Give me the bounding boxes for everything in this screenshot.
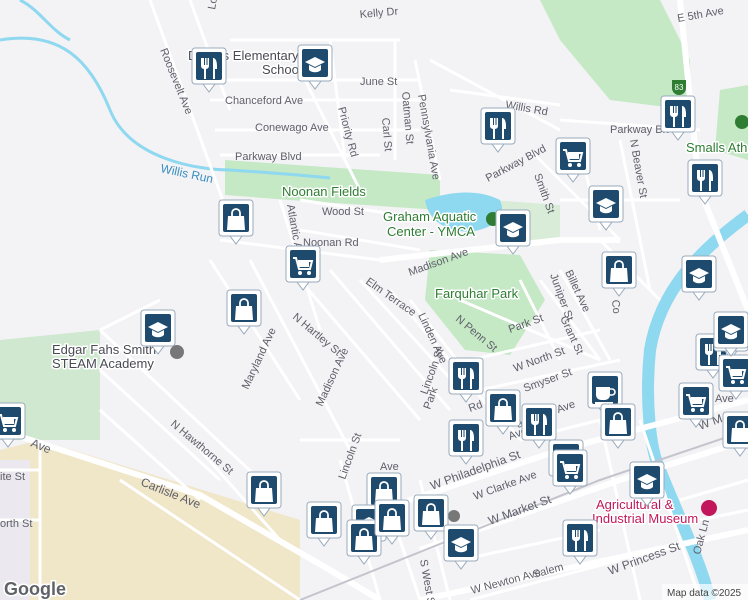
street-label: orth St [0, 518, 32, 530]
map-canvas[interactable]: 83 Kelly Dr E 5th Ave Roosevelt Ave June… [0, 0, 748, 600]
school-label-devers-school: School [262, 62, 302, 77]
street-label: ite St [0, 471, 25, 483]
park-label-smalls: Smalls Ath [686, 140, 747, 155]
street-label: Co [609, 299, 622, 314]
google-logo: Google [4, 579, 66, 599]
museum-label-agricultural: Agricultural & [596, 497, 674, 512]
street-label: Chanceford Ave [225, 95, 303, 107]
street-label: Wood St [322, 206, 364, 218]
street-label: Ave [380, 461, 399, 473]
park-label-farquhar: Farquhar Park [435, 286, 519, 301]
transit-pin-icon[interactable] [448, 510, 460, 522]
street-label: Ave [715, 393, 734, 405]
school-label-steam: STEAM Academy [52, 356, 154, 371]
street-label: Parkway Blvd [235, 151, 302, 163]
museum-label-industrial: Industrial Museum [592, 511, 698, 526]
school-label-edgar-fahs: Edgar Fahs Smith [52, 342, 156, 357]
park-label-noonan-fields: Noonan Fields [282, 184, 366, 199]
museum-pin-icon[interactable] [701, 500, 717, 516]
street-label: June St [360, 76, 397, 88]
street-label: Conewago Ave [255, 122, 329, 134]
poi-label-ymca: Center - YMCA [387, 224, 475, 239]
map-attribution: Map data ©2025 [667, 588, 742, 599]
poi-label-graham-aquatic: Graham Aquatic [383, 209, 477, 224]
highway-shield: 83 [672, 80, 686, 95]
highway-shield-label: 83 [675, 83, 684, 92]
school-pin-icon[interactable] [170, 345, 184, 359]
